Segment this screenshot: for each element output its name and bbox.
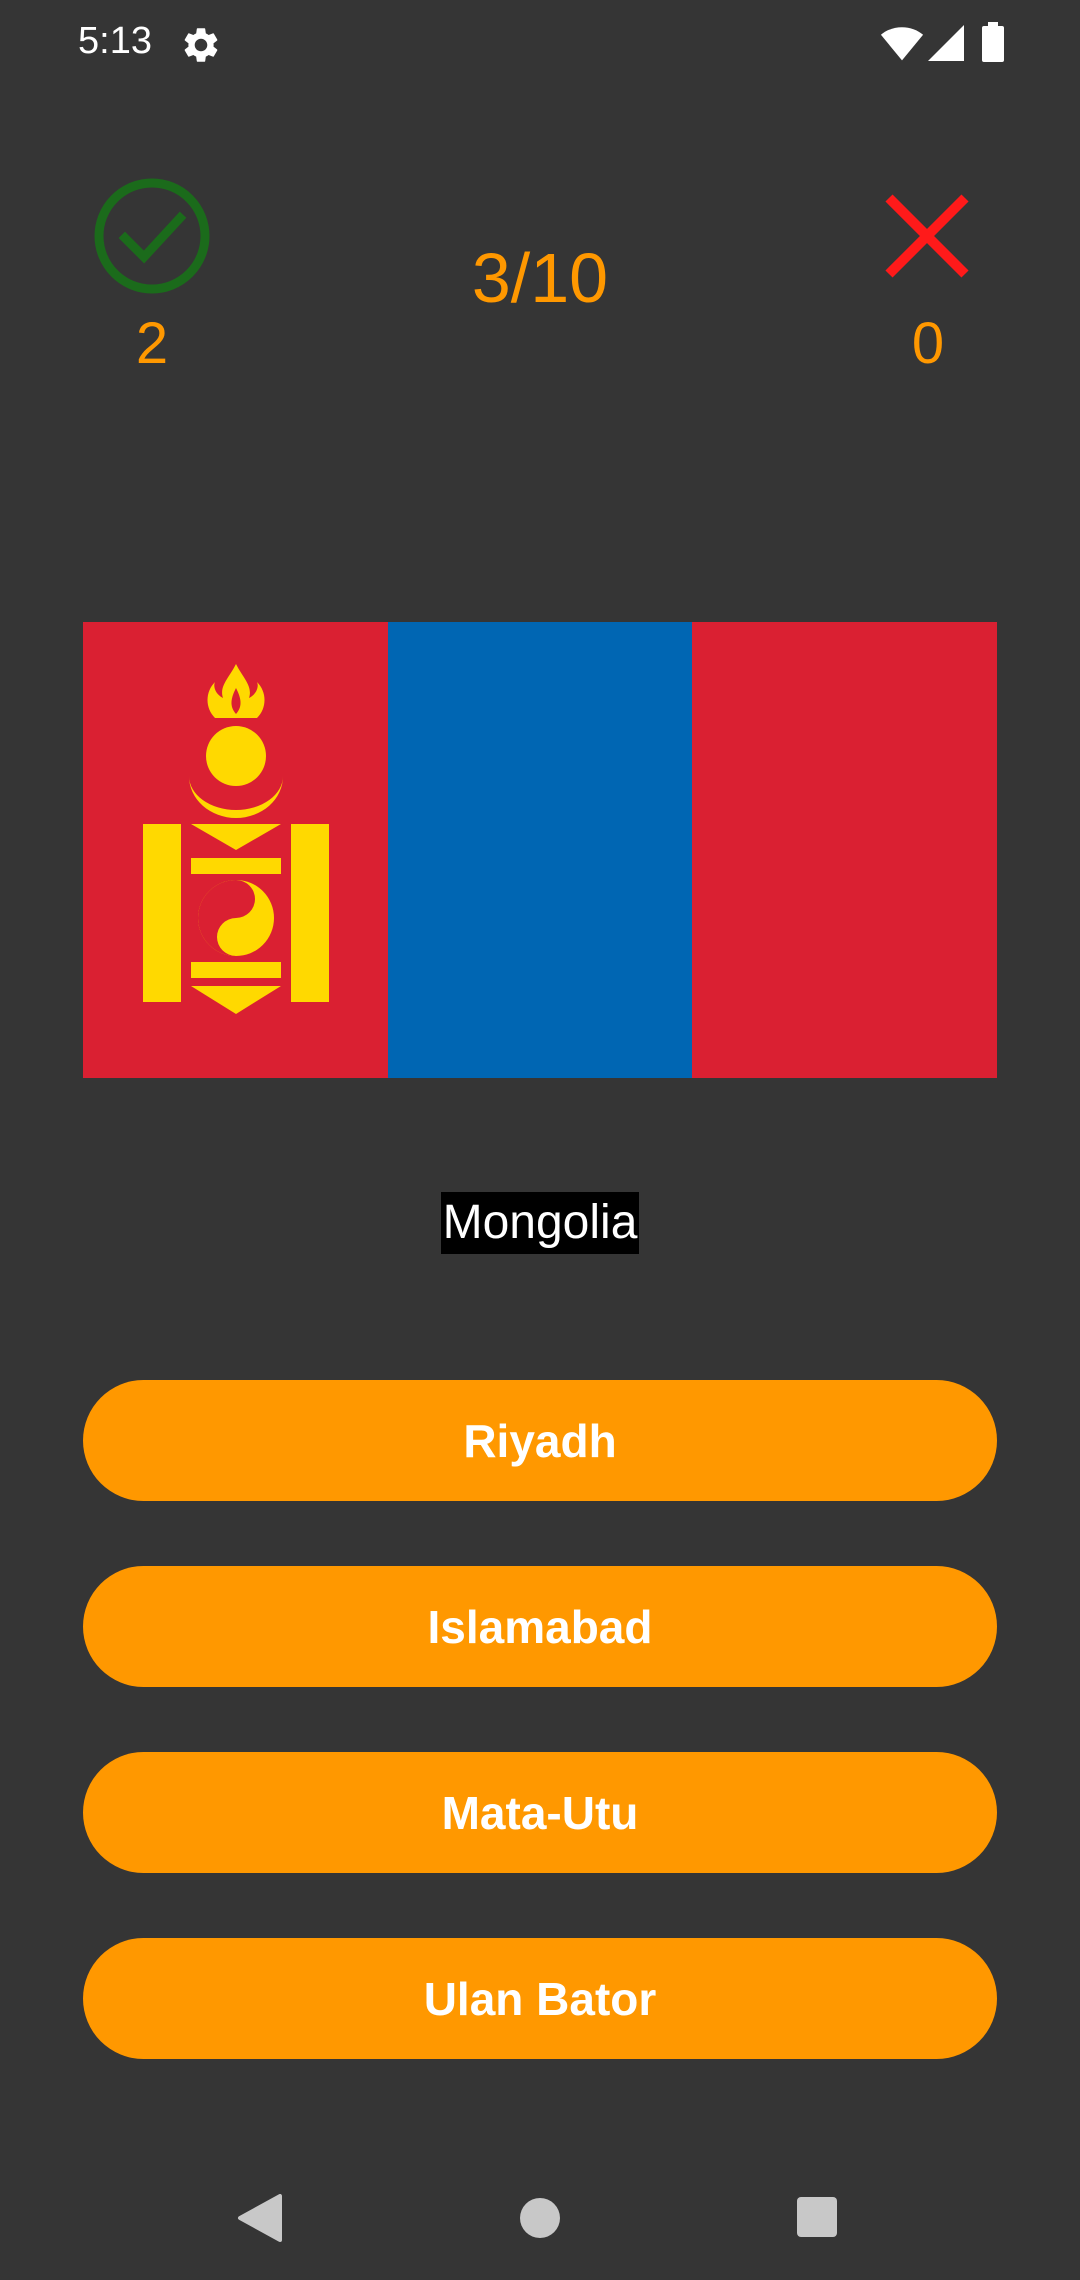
question-progress: 3/10	[471, 239, 609, 317]
answer-button-3[interactable]: Mata-Utu	[83, 1752, 997, 1873]
wifi-icon	[880, 27, 924, 61]
check-circle-icon	[94, 178, 210, 294]
status-time: 5:13	[78, 20, 152, 62]
battery-icon	[982, 22, 1004, 62]
answer-button-1[interactable]: Riyadh	[83, 1380, 997, 1501]
soyombo-emblem	[143, 664, 329, 1014]
status-bar: 5:13	[0, 0, 1080, 88]
home-icon[interactable]	[518, 2196, 562, 2240]
flag-stripe-right	[692, 622, 998, 1078]
wrong-count: 0	[911, 311, 945, 376]
answer-button-4[interactable]: Ulan Bator	[83, 1938, 997, 2059]
gear-icon	[184, 28, 218, 62]
flag-image	[83, 622, 998, 1078]
answer-button-2[interactable]: Islamabad	[83, 1566, 997, 1687]
country-name-label: Mongolia	[0, 1192, 1080, 1254]
back-icon[interactable]	[236, 2194, 282, 2242]
recents-icon[interactable]	[796, 2196, 838, 2238]
signal-icon	[928, 25, 964, 61]
navigation-bar	[0, 2160, 1080, 2280]
close-icon	[885, 194, 969, 278]
quiz-screen: 5:13 2 3/10 0 Mongolia Riyadh Islamabad …	[0, 0, 1080, 2280]
country-name: Mongolia	[440, 1192, 640, 1254]
flag-stripe-center	[387, 622, 693, 1078]
correct-count: 2	[135, 311, 169, 376]
